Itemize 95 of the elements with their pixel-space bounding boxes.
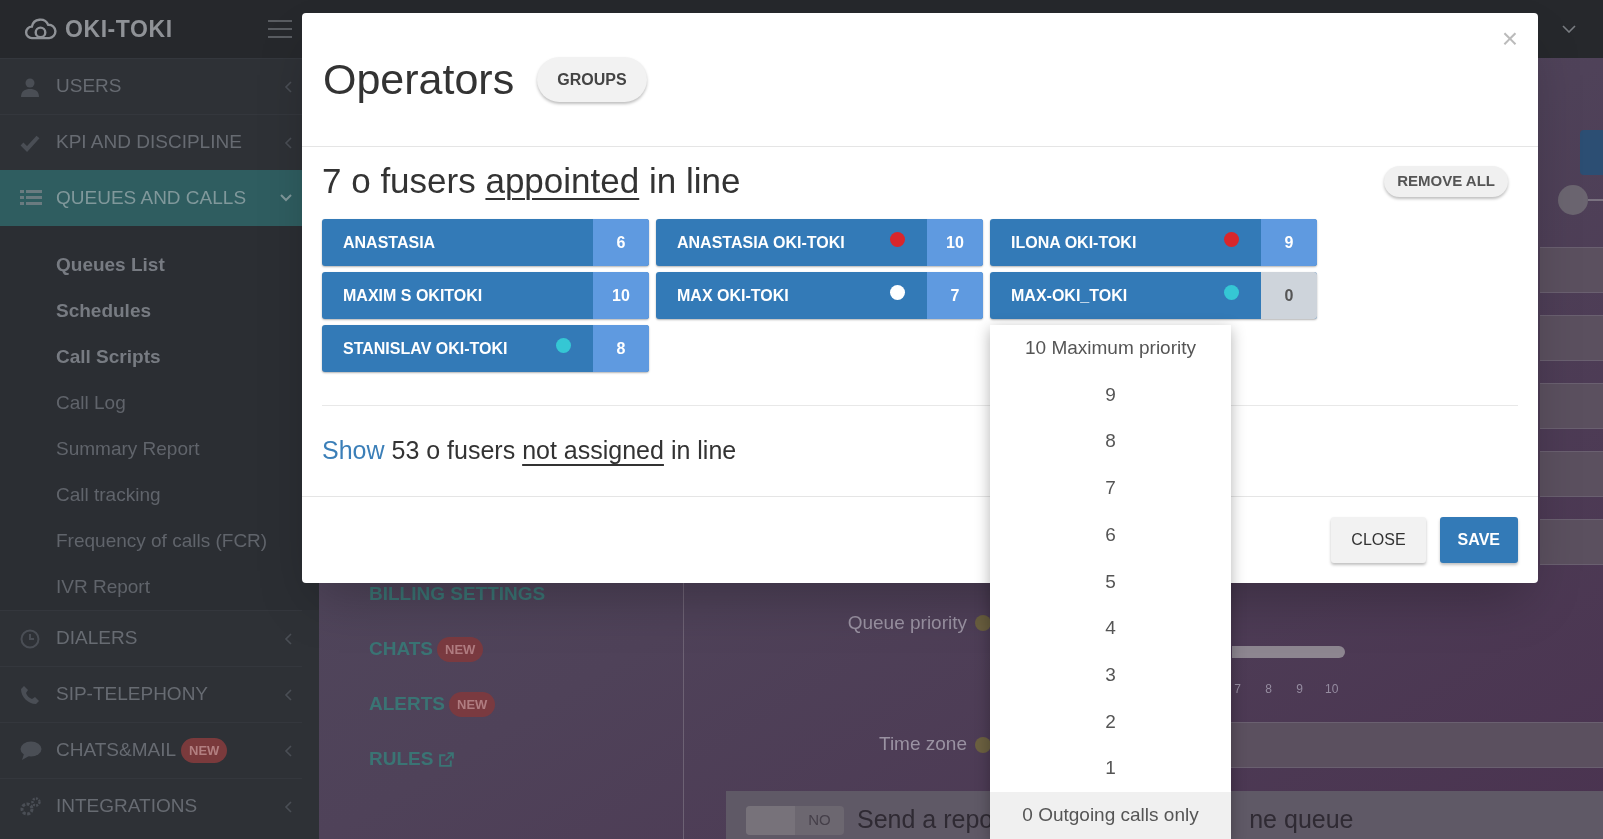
save-button[interactable]: SAVE	[1439, 517, 1518, 563]
submenu-item[interactable]: Schedules	[0, 288, 302, 334]
dropdown-option[interactable]: 9	[990, 371, 1231, 419]
operator-chip[interactable]: ANASTASIA 6	[322, 219, 649, 266]
operator-name: MAXIM S OKITOKI	[343, 285, 484, 306]
submenu-item[interactable]: Call tracking	[0, 472, 302, 518]
cloud-logo-icon	[24, 17, 57, 41]
submenu-item[interactable]: Call Log	[0, 380, 302, 426]
link[interactable]: not assigned	[522, 436, 664, 465]
priority-selector[interactable]: 0	[1261, 272, 1317, 319]
chevron-left-icon	[284, 632, 292, 645]
link[interactable]: appointed	[485, 160, 640, 200]
input-field[interactable]	[1540, 451, 1603, 497]
sidebar-item[interactable]: USERS	[0, 58, 302, 114]
chevron-left-icon	[284, 136, 292, 149]
field-label: Time zone	[878, 732, 967, 757]
priority-selector[interactable]: 8	[593, 325, 649, 372]
chevron-left-icon	[284, 80, 292, 93]
dropdown-option[interactable]: 5	[990, 558, 1231, 606]
new-badge: NEW	[449, 691, 496, 718]
operator-chip[interactable]: ILONA OKI-TOKI 9	[990, 219, 1317, 266]
button[interactable]	[1580, 130, 1603, 175]
priority-selector[interactable]: 7	[927, 272, 983, 319]
close-button[interactable]: ×	[1501, 25, 1518, 53]
operator-name: ANASTASIA OKI-TOKI	[677, 232, 846, 253]
dropdown-option[interactable]: 4	[990, 605, 1231, 652]
chevron-down-icon	[280, 194, 292, 202]
chevron-left-icon	[284, 688, 292, 701]
priority-selector[interactable]: 6	[593, 219, 649, 266]
operator-name: STANISLAV OKI-TOKI	[343, 338, 509, 359]
list-icon	[20, 189, 42, 207]
field-label: Queue priority	[846, 610, 967, 635]
priority-selector[interactable]: 10	[927, 219, 983, 266]
sidebar-item[interactable]: QUEUES AND CALLS	[0, 170, 302, 226]
tick-label: 7	[1233, 681, 1242, 696]
submenu-item[interactable]: IVR Report	[0, 564, 302, 610]
input-field[interactable]	[1540, 519, 1603, 565]
new-badge: NEW	[437, 636, 484, 663]
dropdown-option[interactable]: 0 Outgoing calls only	[990, 791, 1231, 839]
tick-label: 9	[1295, 681, 1304, 696]
sidebar-item[interactable]: CHATS&MAIL NEW	[0, 722, 302, 778]
tick-label: 10	[1325, 681, 1336, 696]
logo-text: OKI-TOKI	[65, 14, 173, 44]
input-field[interactable]	[1540, 315, 1603, 361]
gears-icon	[20, 796, 42, 817]
slider-track[interactable]	[1232, 646, 1345, 658]
submenu-item[interactable]: Queues List	[0, 242, 302, 288]
operator-name: MAX-OKI_TOKI	[1011, 285, 1129, 306]
operator-chip[interactable]: MAXIM S OKITOKI 10	[322, 272, 649, 319]
modal-title: Operators	[323, 54, 515, 106]
sidebar-item[interactable]: INTEGRATIONS	[0, 778, 302, 834]
input-field[interactable]	[1229, 721, 1603, 768]
chevron-down-icon[interactable]	[1562, 25, 1576, 33]
help-icon[interactable]	[975, 736, 991, 753]
info-text: Show 53 o fusers not assigned in line	[322, 435, 737, 467]
dropdown-option[interactable]: 3	[990, 651, 1231, 699]
sidebar-item[interactable]: SIP-TELEPHONY	[0, 666, 302, 722]
close-button[interactable]: CLOSE	[1331, 517, 1426, 563]
dropdown-option[interactable]: 1	[990, 745, 1231, 792]
dropdown-option[interactable]: 8	[990, 418, 1231, 466]
slider-handle[interactable]	[1558, 185, 1588, 215]
input-field[interactable]	[1540, 383, 1603, 429]
external-link-icon	[438, 751, 456, 768]
priority-selector[interactable]: 9	[1261, 219, 1317, 266]
submenu-item[interactable]: Frequency of calls (FCR)	[0, 518, 302, 564]
dropdown-option[interactable]: 6	[990, 511, 1231, 559]
input-field[interactable]	[1540, 247, 1603, 293]
user-icon	[20, 76, 40, 97]
operator-name: MAX OKI-TOKI	[677, 285, 790, 306]
link[interactable]: Show	[322, 436, 385, 465]
submenu-item[interactable]: Summary Report	[0, 426, 302, 472]
operator-chip[interactable]: MAX-OKI_TOKI 0	[990, 272, 1317, 319]
dropdown-option[interactable]: 7	[990, 465, 1231, 512]
operator-chip[interactable]: ANASTASIA OKI-TOKI 10	[656, 219, 983, 266]
chevron-left-icon	[284, 800, 292, 813]
remove-all-button[interactable]: REMOVE ALL	[1384, 165, 1508, 197]
chat-bubble-icon	[20, 740, 42, 761]
phone-icon	[20, 684, 40, 705]
operator-chip[interactable]: MAX OKI-TOKI 7	[656, 272, 983, 319]
groups-button[interactable]: GROUPS	[537, 57, 647, 102]
submenu-item[interactable]: Call Scripts	[0, 334, 302, 380]
dropdown-option[interactable]: 2	[990, 698, 1231, 746]
section-heading: 7 o fusers appointed in line	[322, 159, 741, 202]
help-icon[interactable]	[975, 615, 991, 631]
dropdown-option[interactable]: 10 Maximum priority	[990, 325, 1231, 372]
operator-name: ILONA OKI-TOKI	[1011, 232, 1138, 253]
new-badge: NEW	[181, 737, 228, 764]
operator-name: ANASTASIA	[343, 232, 437, 253]
operator-chip[interactable]: STANISLAV OKI-TOKI 8	[322, 325, 649, 372]
sidebar-item[interactable]: DIALERS	[0, 610, 302, 666]
tick-label: 8	[1264, 681, 1273, 696]
clock-icon	[20, 628, 40, 649]
chevron-left-icon	[284, 744, 292, 757]
priority-selector[interactable]: 10	[593, 272, 649, 319]
menu-icon[interactable]	[268, 20, 292, 38]
